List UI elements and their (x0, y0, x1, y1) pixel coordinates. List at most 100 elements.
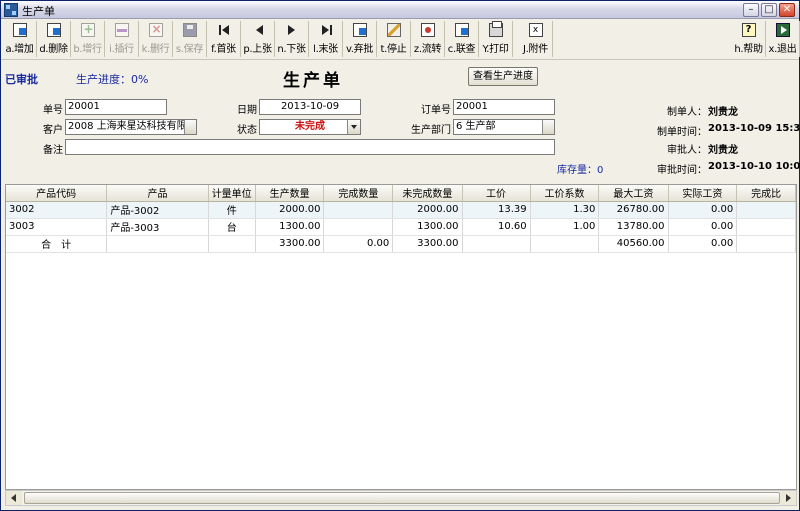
table-cell[interactable]: 产品-3002 (106, 201, 209, 219)
column-header[interactable]: 生产数量 (255, 185, 325, 202)
column-header[interactable]: 最大工资 (598, 185, 669, 202)
remark-label: 备注 (43, 145, 63, 156)
previous-icon (251, 23, 265, 37)
table-cell[interactable]: 2000.00 (392, 201, 463, 219)
doc-no-field[interactable]: 20001 (65, 99, 167, 115)
create-time-value: 2013-10-09 15:33:37 (708, 123, 800, 134)
detail-grid[interactable]: 产品代码 产品 计量单位 生产数量 完成数量 未完成数量 工价 工价系数 最大工… (5, 184, 797, 490)
table-cell[interactable]: 13.39 (462, 201, 531, 219)
table-row[interactable]: 3002 产品-3002 件 2000.00 2000.00 13.39 1.3… (6, 201, 796, 219)
table-cell[interactable] (736, 218, 796, 236)
close-button[interactable]: ✕ (779, 3, 795, 17)
table-cell[interactable]: 0.00 (668, 201, 738, 219)
approver-value: 刘贵龙 (708, 145, 738, 156)
table-cell[interactable]: 10.60 (462, 218, 531, 236)
exit-button[interactable]: x.退出 (766, 21, 800, 57)
previous-record-button[interactable]: p.上张 (241, 21, 275, 57)
linked-query-button[interactable]: c.联查 (445, 21, 479, 57)
state-select[interactable]: 未完成 (259, 119, 361, 135)
column-header[interactable]: 产品 (106, 185, 209, 202)
table-cell[interactable]: 1.30 (530, 201, 600, 219)
column-header[interactable]: 产品代码 (6, 185, 108, 202)
add-button[interactable]: a.增加 (3, 21, 37, 57)
delete-row-button[interactable]: k.删行 (139, 21, 173, 57)
remark-field[interactable] (65, 139, 555, 155)
save-button[interactable]: s.保存 (173, 21, 207, 57)
dept-lookup-button[interactable] (542, 120, 554, 134)
delete-row-icon (148, 22, 163, 37)
table-cell[interactable]: 3003 (6, 218, 108, 236)
date-label: 日期 (237, 105, 257, 116)
table-cell[interactable]: 1300.00 (392, 218, 463, 236)
table-cell[interactable]: 1300.00 (255, 218, 325, 236)
total-label: 合 计 (6, 235, 108, 253)
total-cell: 3300.00 (255, 235, 325, 253)
maximize-button[interactable]: □ (761, 3, 777, 17)
column-header[interactable]: 未完成数量 (392, 185, 463, 202)
table-cell[interactable]: 件 (208, 201, 256, 219)
table-cell[interactable]: 13780.00 (598, 218, 669, 236)
last-icon (319, 23, 333, 37)
attachment-button[interactable]: x J.附件 (519, 21, 553, 57)
printer-icon (488, 21, 503, 37)
print-button[interactable]: Y.打印 (479, 21, 513, 57)
scroll-left-icon[interactable] (6, 491, 22, 505)
delete-document-icon (46, 23, 61, 37)
title-bar: 生产单 – □ ✕ (1, 1, 799, 19)
linked-query-icon (454, 23, 469, 37)
table-cell[interactable]: 3002 (6, 201, 108, 219)
first-record-button[interactable]: f.首张 (207, 21, 241, 57)
last-record-button[interactable]: l.末张 (309, 21, 343, 57)
unapprove-button[interactable]: v.弃批 (343, 21, 377, 57)
insert-row-icon (114, 23, 129, 37)
table-cell[interactable] (323, 201, 394, 219)
table-cell[interactable]: 1.00 (530, 218, 600, 236)
table-cell[interactable]: 台 (208, 218, 256, 236)
document-header: 已审批 生产进度：0% 生产单 查看生产进度 (1, 63, 799, 91)
table-cell[interactable]: 2000.00 (255, 201, 325, 219)
column-header[interactable]: 工价系数 (530, 185, 600, 202)
horizontal-scrollbar[interactable] (5, 490, 797, 506)
stop-button[interactable]: t.停止 (377, 21, 411, 57)
pencil-icon (386, 23, 401, 37)
customer-label: 客户 (43, 125, 63, 136)
total-cell: 0.00 (323, 235, 394, 253)
next-record-button[interactable]: n.下张 (275, 21, 309, 57)
exit-icon (775, 23, 790, 37)
column-header[interactable]: 实际工资 (668, 185, 738, 202)
column-header[interactable]: 完成比 (736, 185, 796, 202)
customer-lookup-button[interactable] (184, 120, 196, 134)
table-cell[interactable]: 产品-3003 (106, 218, 209, 236)
column-header[interactable]: 完成数量 (323, 185, 394, 202)
add-row-icon (80, 22, 95, 37)
minimize-button[interactable]: – (743, 3, 759, 17)
transfer-button[interactable]: z.流转 (411, 21, 445, 57)
order-no-label: 订单号 (421, 105, 451, 116)
add-row-button[interactable]: b.增行 (71, 21, 105, 57)
column-header[interactable]: 工价 (462, 185, 531, 202)
help-button[interactable]: ? h.帮助 (732, 21, 766, 57)
approve-time-value: 2013-10-10 10:00:53 (708, 161, 800, 172)
detail-table: 产品代码 产品 计量单位 生产数量 完成数量 未完成数量 工价 工价系数 最大工… (6, 185, 796, 253)
insert-row-button[interactable]: i.插行 (105, 21, 139, 57)
scroll-right-icon[interactable] (780, 491, 796, 505)
table-cell[interactable]: 0.00 (668, 218, 738, 236)
delete-button[interactable]: d.删除 (37, 21, 71, 57)
date-field[interactable]: 2013-10-09 (259, 99, 361, 115)
grid-header-row: 产品代码 产品 计量单位 生产数量 完成数量 未完成数量 工价 工价系数 最大工… (6, 185, 796, 202)
chevron-down-icon[interactable] (347, 120, 360, 134)
order-no-field[interactable]: 20001 (453, 99, 555, 115)
approval-status: 已审批 (5, 73, 38, 86)
table-row[interactable]: 3003 产品-3003 台 1300.00 1300.00 10.60 1.0… (6, 218, 796, 236)
toolbar: a.增加 d.删除 b.增行 i.插行 k.删行 s.保存 f.首张 p.上张 … (1, 20, 800, 60)
table-cell[interactable] (736, 201, 796, 219)
dept-field[interactable]: 6 生产部 (453, 119, 555, 135)
customer-field[interactable]: 2008 上海来星达科技有限公 (65, 119, 197, 135)
scrollbar-thumb[interactable] (24, 492, 780, 504)
table-cell[interactable]: 26780.00 (598, 201, 669, 219)
view-progress-button[interactable]: 查看生产进度 (468, 67, 538, 86)
total-row: 合 计 3300.00 0.00 3300.00 40560.00 0.00 (6, 235, 796, 253)
table-cell[interactable] (323, 218, 394, 236)
unapprove-icon (352, 23, 367, 37)
column-header[interactable]: 计量单位 (208, 185, 256, 202)
